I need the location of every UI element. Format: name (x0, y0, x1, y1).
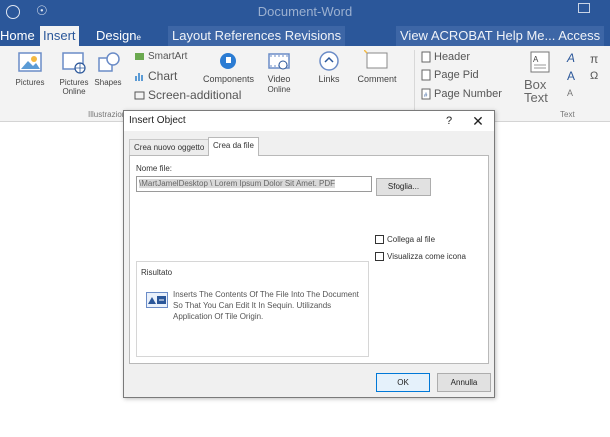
online-pictures-label: Pictures (59, 78, 89, 87)
footer-button[interactable]: Page Pid (421, 69, 479, 81)
group-label-text: Text (560, 110, 575, 119)
screenshot-button[interactable]: Screen-additional (134, 88, 241, 102)
tab-layout-references-revisions[interactable]: Layout References Revisions (168, 26, 346, 46)
components-icon (220, 53, 236, 69)
online-pictures-sublabel: Online (62, 87, 86, 96)
ok-button[interactable]: OK (376, 373, 430, 392)
online-video-button[interactable]: Video Online (264, 50, 294, 94)
header-button[interactable]: Header (421, 51, 470, 63)
pictures-label: Pictures (15, 78, 45, 87)
display-as-icon-option[interactable]: Visualizza come icona (375, 252, 467, 262)
video-sublabel: Online (267, 85, 291, 94)
tab-insert[interactable]: Insert (40, 26, 79, 46)
screenshot-label: Screen-additional (148, 88, 242, 102)
smartart-button[interactable]: SmartArt (134, 51, 187, 62)
link-to-file-option[interactable]: Collega al file (375, 235, 436, 245)
wordart-icon[interactable]: A (567, 51, 575, 65)
shapes-icon (98, 52, 120, 72)
dropcap-icon[interactable]: A (567, 69, 575, 83)
links-button[interactable]: Links (312, 50, 346, 84)
link-to-file-label: Collega al file (387, 235, 436, 244)
link-to-file-checkbox[interactable] (375, 235, 384, 245)
footer-icon (421, 69, 431, 81)
comment-button[interactable]: Comment (344, 50, 410, 84)
components-button[interactable]: Components (203, 50, 255, 84)
result-box: Risultato Inserts The Contents Of The Fi… (136, 261, 369, 357)
result-title: Risultato (141, 268, 173, 277)
signature-line-icon[interactable]: π (590, 52, 598, 66)
dialog-title-bar: Insert Object ? ✕ (124, 111, 494, 131)
close-icon[interactable]: ✕ (470, 113, 486, 129)
shapes-label: Shapes (94, 78, 122, 87)
cancel-button[interactable]: Annulla (437, 373, 491, 392)
display-as-icon-label: Visualizza come icona (387, 252, 467, 261)
group-label-illustrations: Illustrazioni (88, 110, 129, 119)
ribbon-separator (414, 50, 415, 116)
dialog-title: Insert Object (129, 115, 186, 126)
page-number-icon: # (421, 88, 431, 100)
chart-label: Chart (148, 69, 178, 83)
online-pictures-icon (62, 52, 86, 74)
restore-icon[interactable] (578, 3, 590, 13)
display-as-icon-checkbox[interactable] (375, 252, 384, 262)
chart-button[interactable]: Chart (134, 69, 177, 83)
video-icon (268, 53, 290, 70)
header-label: Header (434, 51, 471, 63)
components-label: Components (203, 74, 255, 84)
file-name-input[interactable]: \MartJamelDesktop \ Lorem Ipsum Dolor Si… (136, 176, 372, 192)
header-icon (421, 51, 431, 63)
file-name-label: Nome file: (136, 164, 173, 173)
tab-create-from-file[interactable]: Crea da file (208, 137, 259, 156)
shapes-button[interactable]: Shapes (92, 50, 124, 87)
links-icon (319, 51, 339, 71)
title-bar: ☉ Document-Word (0, 0, 610, 26)
screenshot-icon (134, 91, 145, 100)
chart-icon (135, 73, 143, 82)
date-time-icon[interactable]: Ω (590, 70, 598, 82)
insert-file-result-icon (146, 292, 168, 308)
result-description: Inserts The Contents Of The File Into Th… (173, 290, 359, 321)
page-number-button[interactable]: # Page Number (421, 88, 502, 100)
pictures-button[interactable]: Pictures (12, 50, 48, 87)
browse-button[interactable]: Sfoglia... (376, 178, 431, 196)
text-box-label-text: Text (524, 90, 548, 105)
text-style-icon[interactable]: A (567, 88, 573, 98)
svg-text:A: A (533, 55, 539, 64)
tab-create-new[interactable]: Crea nuovo oggetto (129, 139, 210, 155)
help-button[interactable]: ? (442, 113, 456, 129)
ribbon-tabs: Home Insert Designe Layout References Re… (0, 26, 610, 46)
pictures-icon (18, 52, 42, 72)
tab-view-acrobat-help-access[interactable]: View ACROBAT Help Me... Access (396, 26, 605, 46)
dialog-tabs: Crea nuovo oggetto Crea da file (129, 137, 489, 156)
tab-home[interactable]: Home (0, 26, 35, 46)
smartart-label: SmartArt (148, 51, 188, 63)
dialog-panel: Nome file: \MartJamelDesktop \ Lorem Ips… (129, 155, 489, 364)
comment-label: Comment (357, 74, 397, 84)
links-label: Links (318, 74, 340, 84)
online-pictures-button[interactable]: Pictures Online (56, 50, 92, 96)
text-box-icon: A (530, 51, 550, 73)
tab-design[interactable]: Designe (96, 26, 141, 46)
text-box-button[interactable]: A (522, 50, 558, 78)
footer-label: Page Pid (434, 69, 479, 81)
window-title: Document-Word (257, 4, 353, 19)
insert-object-dialog: Insert Object ? ✕ Crea nuovo oggetto Cre… (123, 110, 495, 398)
smartart-icon (135, 53, 144, 60)
tab-design-suffix: e (136, 33, 141, 42)
video-label: Video (267, 74, 291, 84)
file-name-value: \MartJamelDesktop \ Lorem Ipsum Dolor Si… (139, 179, 336, 188)
comment-icon (364, 50, 388, 69)
tab-design-label: Design (96, 28, 137, 43)
page-number-label: Page Number (434, 88, 502, 100)
